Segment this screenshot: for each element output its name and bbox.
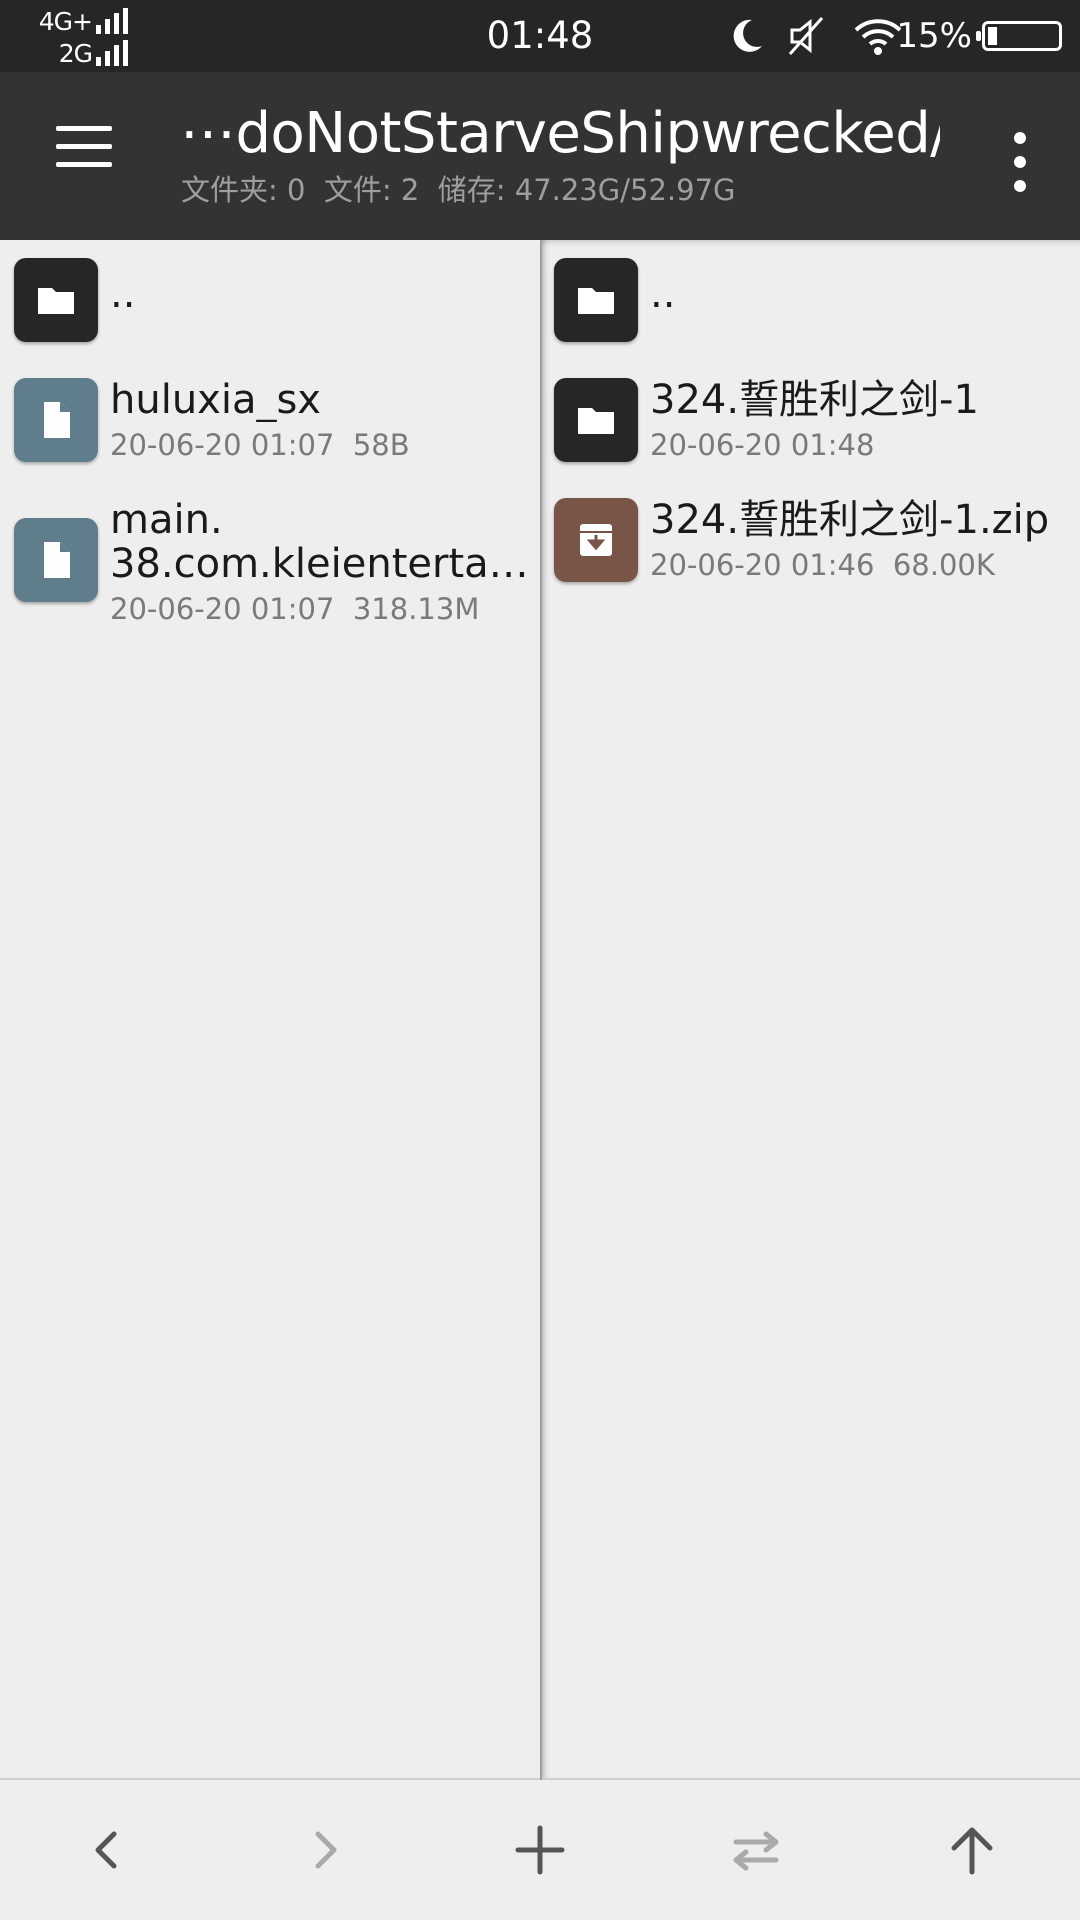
file-icon (14, 378, 98, 462)
swap-icon (733, 1831, 779, 1871)
file-icon (14, 518, 98, 602)
more-vert-icon[interactable] (990, 122, 1050, 202)
folder-icon (554, 258, 638, 342)
right-file-pane[interactable]: .. 324.誓胜利之剑-1 20-06-20 01:48 324.誓胜利之剑-… (540, 240, 1080, 1780)
list-item-folder[interactable]: 324.誓胜利之剑-1 20-06-20 01:48 (542, 378, 1080, 478)
swap-button[interactable] (696, 1800, 816, 1900)
archive-icon (554, 498, 638, 582)
file-name-line1: main. (110, 498, 223, 542)
status-bar: 4G+ 2G 01:48 15% (0, 0, 1080, 72)
file-name: .. (650, 271, 676, 317)
status-icons: 15% (722, 14, 1062, 58)
list-item-file[interactable]: main. 38.com.kleientertainment.doNotStar… (0, 498, 540, 648)
path-summary: 文件夹: 0 文件: 2 储存: 47.23G/52.97G (181, 173, 736, 207)
up-icon (951, 1827, 993, 1875)
forward-button[interactable] (264, 1800, 384, 1900)
back-icon (95, 1831, 117, 1869)
back-button[interactable] (48, 1800, 168, 1900)
mute-icon (786, 14, 826, 58)
folder-icon (554, 378, 638, 462)
file-name: .. (110, 271, 136, 317)
hamburger-menu-icon[interactable] (40, 108, 130, 188)
file-meta: 20-06-20 01:46 68.00K (650, 548, 995, 582)
bottom-toolbar (0, 1780, 1080, 1920)
add-icon (515, 1825, 565, 1875)
file-meta: 20-06-20 01:07 58B (110, 428, 410, 462)
up-button[interactable] (912, 1800, 1032, 1900)
file-meta: 20-06-20 01:48 (650, 428, 875, 462)
moon-icon (730, 14, 766, 58)
forward-icon (315, 1831, 337, 1869)
file-name: 324.誓胜利之剑-1.zip (650, 498, 1050, 542)
add-button[interactable] (480, 1800, 600, 1900)
path-title: ⋯doNotStarveShipwrecked/ (180, 102, 940, 166)
list-item-parent[interactable]: .. (0, 258, 540, 358)
list-item-zip[interactable]: 324.誓胜利之剑-1.zip 20-06-20 01:46 68.00K (542, 498, 1080, 598)
app-bar: ⋯doNotStarveShipwrecked/ 文件夹: 0 文件: 2 储存… (0, 72, 1080, 240)
left-file-pane[interactable]: .. huluxia_sx 20-06-20 01:07 58B main. 3… (0, 240, 540, 1780)
battery-percent: 15% (896, 16, 972, 56)
battery-icon (976, 21, 1062, 51)
file-name: 324.誓胜利之剑-1 (650, 378, 979, 422)
file-name-line2: 38.com.kleientertainment.doNotStarveShip… (110, 542, 530, 586)
list-item-file[interactable]: huluxia_sx 20-06-20 01:07 58B (0, 378, 540, 478)
list-item-parent[interactable]: .. (542, 258, 1080, 358)
file-name: huluxia_sx (110, 378, 321, 422)
folder-icon (14, 258, 98, 342)
file-meta: 20-06-20 01:07 318.13M (110, 592, 480, 626)
